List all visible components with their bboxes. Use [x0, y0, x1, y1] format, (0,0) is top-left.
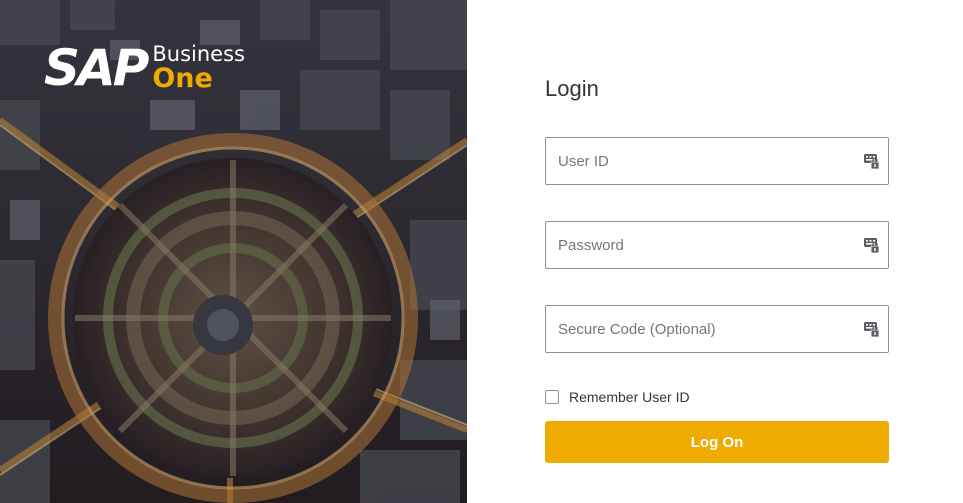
password-field[interactable] — [545, 221, 889, 269]
keyboard-lock-icon[interactable] — [864, 236, 880, 254]
keyboard-lock-icon[interactable] — [864, 320, 880, 338]
login-title: Login — [545, 76, 599, 101]
logo-sap-wordmark: SAP — [44, 39, 149, 97]
secure-code-input[interactable] — [546, 306, 858, 352]
remember-user-id[interactable]: Remember User ID — [545, 389, 690, 405]
login-page: SAP Business One Login User ID Secure Co… — [0, 0, 963, 503]
logo-business-text: Business — [152, 42, 245, 66]
password-input[interactable] — [546, 222, 858, 268]
logo-one-text: One — [152, 63, 213, 94]
remember-user-id-label[interactable]: Remember User ID — [569, 389, 690, 405]
user-id-input[interactable] — [546, 138, 858, 184]
sap-business-one-logo: SAP Business One — [44, 40, 245, 100]
login-form: Login User ID Secure Code (Optional) Rem… — [545, 0, 889, 503]
hero-image: SAP Business One — [0, 0, 467, 503]
secure-code-field[interactable] — [545, 305, 889, 353]
user-id-field[interactable] — [545, 137, 889, 185]
remember-user-id-checkbox[interactable] — [545, 390, 559, 404]
keyboard-lock-icon[interactable] — [864, 152, 880, 170]
logo-product-name: Business One — [152, 40, 245, 94]
log-on-button[interactable]: Log On — [545, 421, 889, 463]
